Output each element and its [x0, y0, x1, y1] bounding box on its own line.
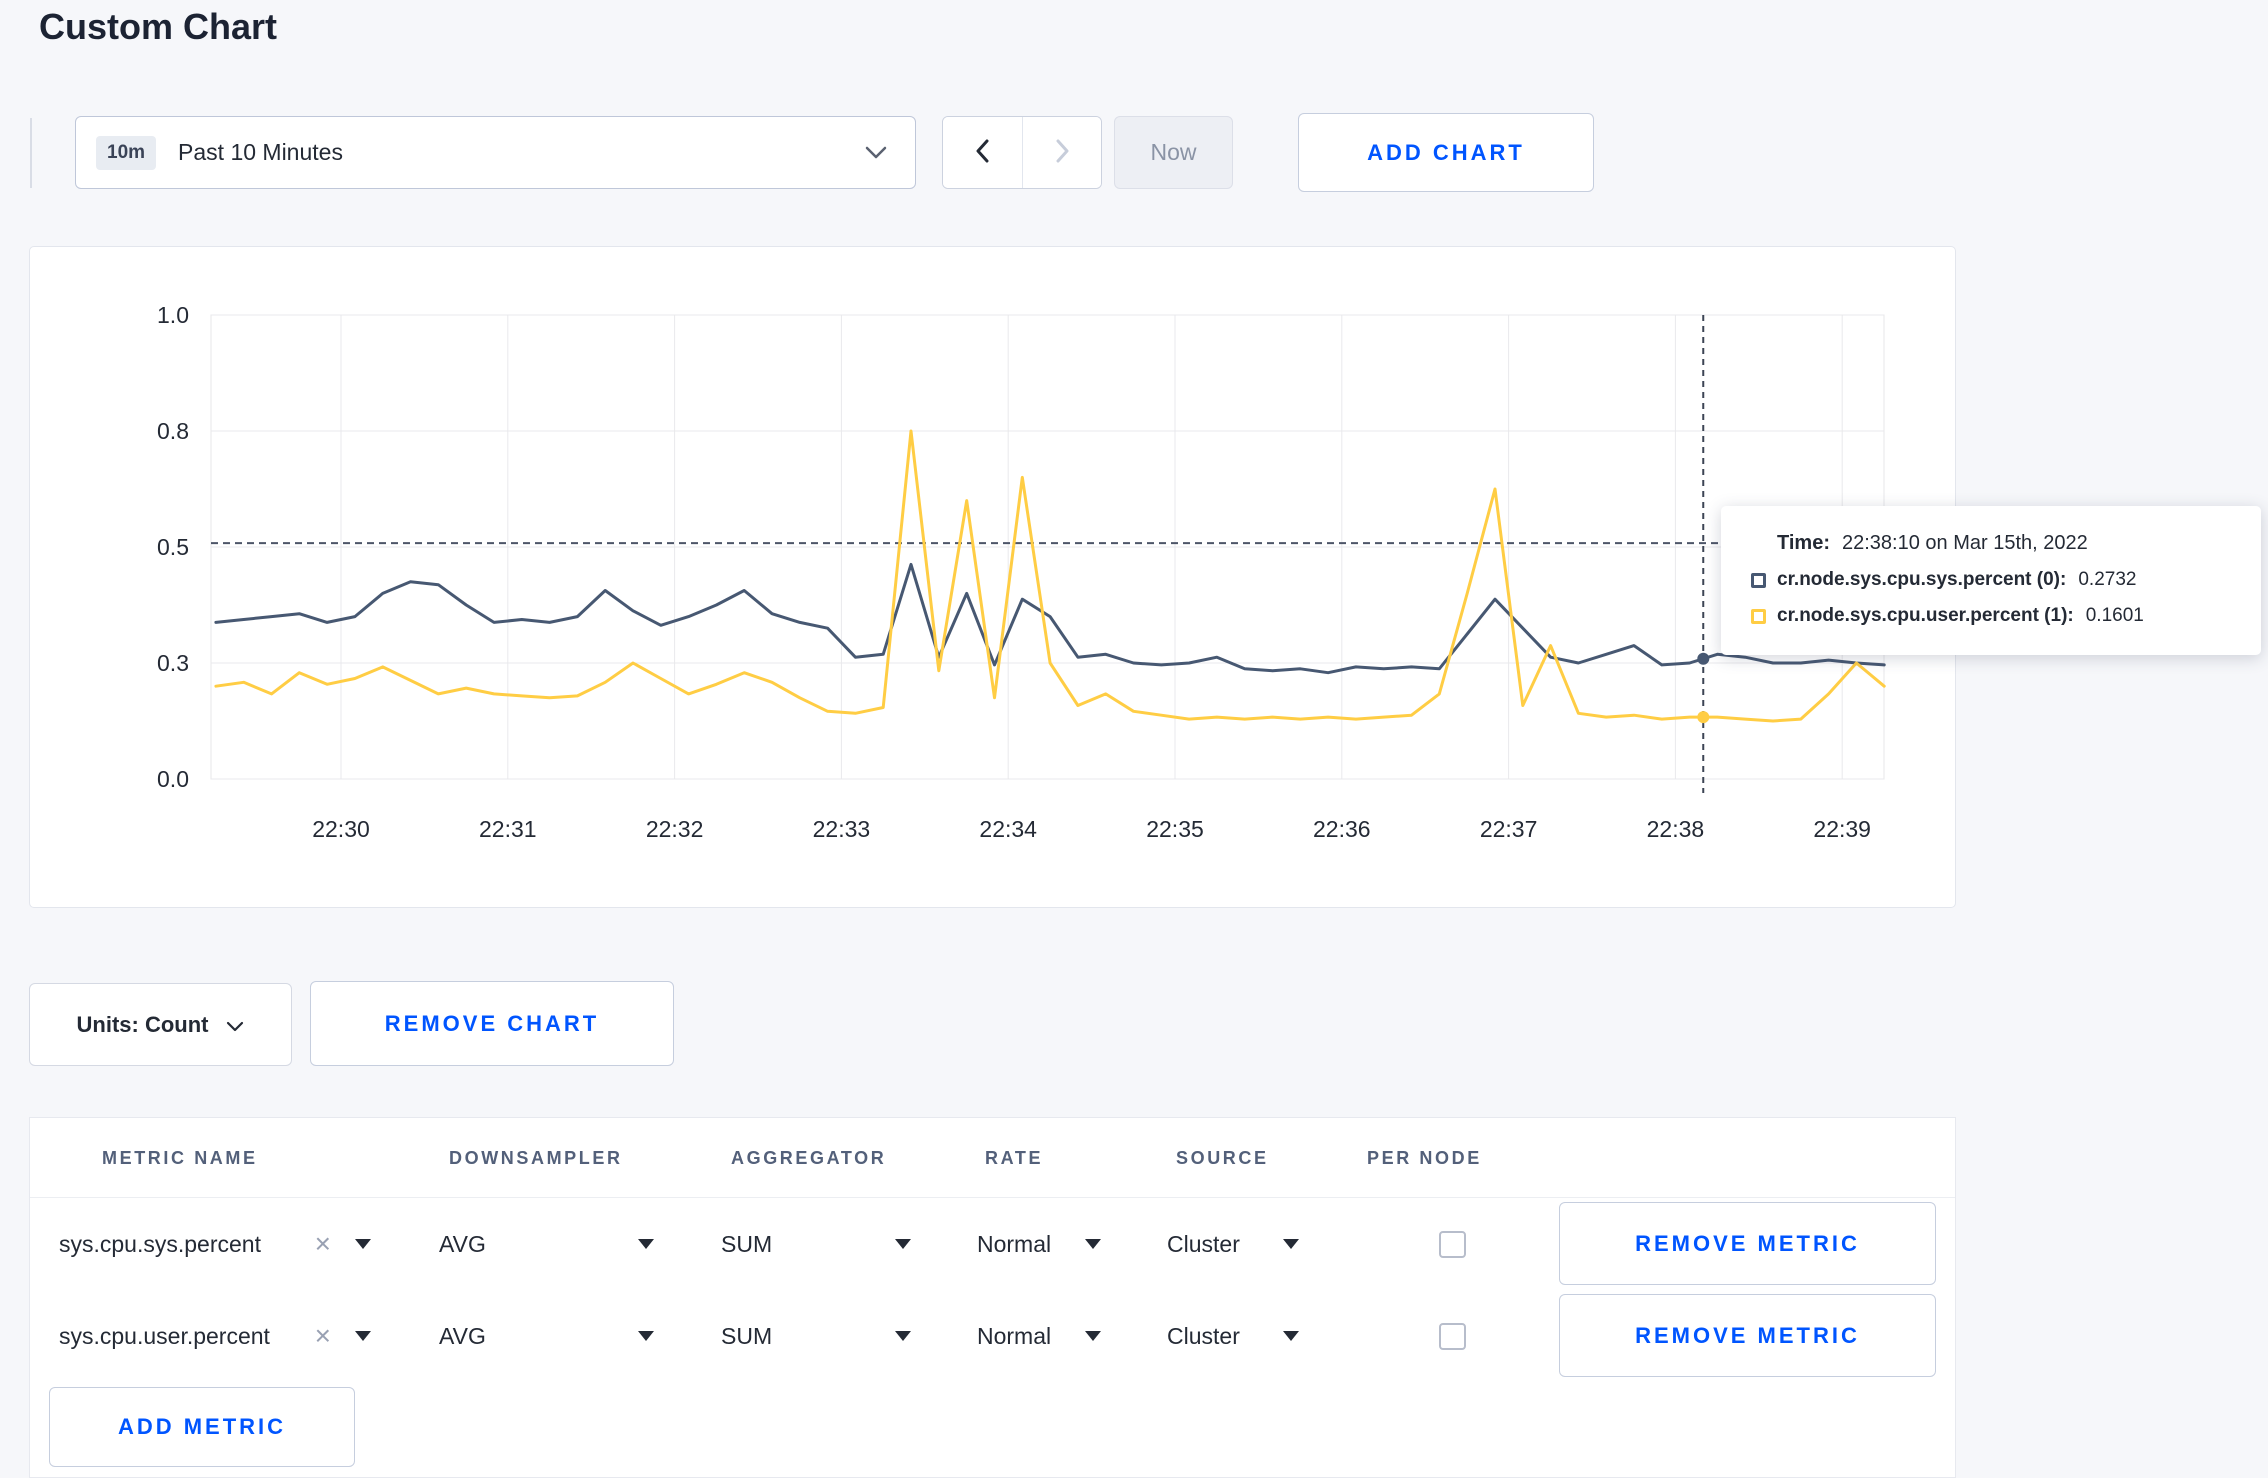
dropdown-arrow-icon — [355, 1331, 371, 1341]
svg-text:22:39: 22:39 — [1813, 816, 1871, 842]
metric-row: sys.cpu.user.percent × AVG SUM Normal Cl… — [30, 1290, 1955, 1382]
toolbar-divider — [30, 118, 32, 188]
prev-time-button[interactable] — [943, 117, 1022, 188]
aggregator-value: SUM — [721, 1322, 773, 1349]
dropdown-arrow-icon — [1283, 1239, 1299, 1249]
source-select[interactable]: Cluster — [1167, 1198, 1299, 1290]
metric-name-value: sys.cpu.sys.percent — [59, 1230, 261, 1257]
units-dropdown[interactable]: Units: Count — [29, 983, 292, 1066]
dropdown-arrow-icon — [1085, 1239, 1101, 1249]
svg-text:22:33: 22:33 — [813, 816, 871, 842]
add-chart-button[interactable]: ADD CHART — [1298, 113, 1594, 192]
svg-text:22:32: 22:32 — [646, 816, 704, 842]
col-header-downsampler: DOWNSAMPLER — [449, 1148, 623, 1168]
tooltip-series-label: cr.node.sys.cpu.user.percent (1): — [1777, 605, 2074, 626]
custom-chart-page: Custom Chart 10m Past 10 Minutes Now ADD… — [0, 0, 2268, 1478]
aggregator-value: SUM — [721, 1230, 773, 1257]
rate-select[interactable]: Normal — [977, 1198, 1101, 1290]
chevron-down-icon — [865, 146, 887, 160]
add-metric-button[interactable]: ADD METRIC — [49, 1387, 355, 1467]
clear-icon[interactable]: × — [315, 1230, 331, 1258]
col-header-per-node: PER NODE — [1367, 1148, 1482, 1168]
downsampler-value: AVG — [439, 1322, 486, 1349]
tooltip-series-label: cr.node.sys.cpu.sys.percent (0): — [1777, 569, 2067, 590]
dropdown-arrow-icon — [355, 1239, 371, 1249]
chart-canvas[interactable]: 0.0 0.3 0.5 0.8 1.0 22:30 22:31 22:32 22:33 22:34… — [30, 247, 1957, 909]
svg-text:1.0: 1.0 — [157, 302, 189, 328]
page-title: Custom Chart — [39, 6, 278, 47]
metric-name-select[interactable]: sys.cpu.user.percent × — [59, 1290, 371, 1382]
svg-text:22:31: 22:31 — [479, 816, 537, 842]
rate-value: Normal — [977, 1230, 1052, 1257]
col-header-source: SOURCE — [1176, 1148, 1269, 1168]
svg-text:22:36: 22:36 — [1313, 816, 1371, 842]
metrics-chart[interactable]: 0.0 0.3 0.5 0.8 1.0 22:30 22:31 22:32 22:33 22:34… — [29, 246, 1956, 908]
aggregator-select[interactable]: SUM — [721, 1198, 911, 1290]
svg-text:0.8: 0.8 — [157, 418, 189, 444]
per-node-checkbox[interactable] — [1438, 1230, 1466, 1258]
metric-name-select[interactable]: sys.cpu.sys.percent × — [59, 1198, 371, 1290]
metrics-table: METRIC NAME DOWNSAMPLER AGGREGATOR RATE … — [29, 1117, 1956, 1478]
time-window-dropdown[interactable]: 10m Past 10 Minutes — [75, 116, 916, 189]
time-window-badge: 10m — [96, 135, 157, 170]
svg-text:22:38: 22:38 — [1647, 816, 1705, 842]
metric-name-value: sys.cpu.user.percent — [59, 1322, 270, 1349]
time-window-label: Past 10 Minutes — [178, 139, 343, 165]
dropdown-arrow-icon — [638, 1331, 654, 1341]
metric-row: sys.cpu.sys.percent × AVG SUM Normal Clu… — [30, 1198, 1955, 1290]
chart-hover-tooltip: Time: 22:38:10 on Mar 15th, 2022 cr.node.… — [1721, 506, 2261, 655]
user-series-swatch-icon — [1751, 608, 1766, 624]
dropdown-arrow-icon — [1283, 1331, 1299, 1341]
remove-chart-button[interactable]: REMOVE CHART — [310, 981, 674, 1066]
dropdown-arrow-icon — [1085, 1331, 1101, 1341]
source-value: Cluster — [1167, 1230, 1240, 1257]
col-header-rate: RATE — [985, 1148, 1044, 1168]
chevron-down-icon — [226, 1012, 244, 1038]
dropdown-arrow-icon — [895, 1331, 911, 1341]
per-node-cell — [1422, 1290, 1482, 1382]
source-value: Cluster — [1167, 1322, 1240, 1349]
tooltip-time-value: 22:38:10 on Mar 15th, 2022 — [1841, 532, 2088, 554]
time-nav-group — [942, 116, 1102, 189]
dropdown-arrow-icon — [895, 1239, 911, 1249]
downsampler-select[interactable]: AVG — [439, 1198, 654, 1290]
svg-text:22:37: 22:37 — [1480, 816, 1538, 842]
per-node-checkbox[interactable] — [1438, 1322, 1466, 1350]
svg-text:22:35: 22:35 — [1146, 816, 1204, 842]
tooltip-series-value: 0.1601 — [2085, 605, 2144, 626]
svg-text:0.5: 0.5 — [157, 534, 189, 560]
units-label: Units: Count — [76, 1011, 209, 1037]
tooltip-series-value: 0.2732 — [2078, 569, 2137, 590]
metrics-table-header: METRIC NAME DOWNSAMPLER AGGREGATOR RATE … — [30, 1118, 1955, 1198]
now-button[interactable]: Now — [1114, 116, 1233, 189]
rate-value: Normal — [977, 1322, 1052, 1349]
chevron-right-icon — [1055, 139, 1070, 166]
tooltip-time-label: Time: — [1777, 532, 1830, 554]
downsampler-select[interactable]: AVG — [439, 1290, 654, 1382]
rate-select[interactable]: Normal — [977, 1290, 1101, 1382]
tooltip-time-row: Time: 22:38:10 on Mar 15th, 2022 — [1751, 532, 2235, 555]
clear-icon[interactable]: × — [315, 1322, 331, 1350]
chevron-left-icon — [975, 139, 990, 166]
source-select[interactable]: Cluster — [1167, 1290, 1299, 1382]
remove-metric-button[interactable]: REMOVE METRIC — [1559, 1202, 1936, 1285]
svg-text:0.3: 0.3 — [157, 650, 189, 676]
tooltip-series-row: cr.node.sys.cpu.sys.percent (0): 0.2732 — [1751, 569, 2235, 591]
remove-metric-button[interactable]: REMOVE METRIC — [1559, 1294, 1936, 1377]
downsampler-value: AVG — [439, 1230, 486, 1257]
col-header-aggregator: AGGREGATOR — [731, 1148, 887, 1168]
svg-text:22:30: 22:30 — [312, 816, 370, 842]
dropdown-arrow-icon — [638, 1239, 654, 1249]
per-node-cell — [1422, 1198, 1482, 1290]
svg-text:22:34: 22:34 — [979, 816, 1037, 842]
aggregator-select[interactable]: SUM — [721, 1290, 911, 1382]
sys-series-swatch-icon — [1751, 572, 1766, 588]
col-header-metric-name: METRIC NAME — [102, 1148, 258, 1168]
next-time-button[interactable] — [1022, 117, 1101, 188]
tooltip-series-row: cr.node.sys.cpu.user.percent (1): 0.1601 — [1751, 605, 2235, 627]
svg-text:0.0: 0.0 — [157, 766, 189, 792]
